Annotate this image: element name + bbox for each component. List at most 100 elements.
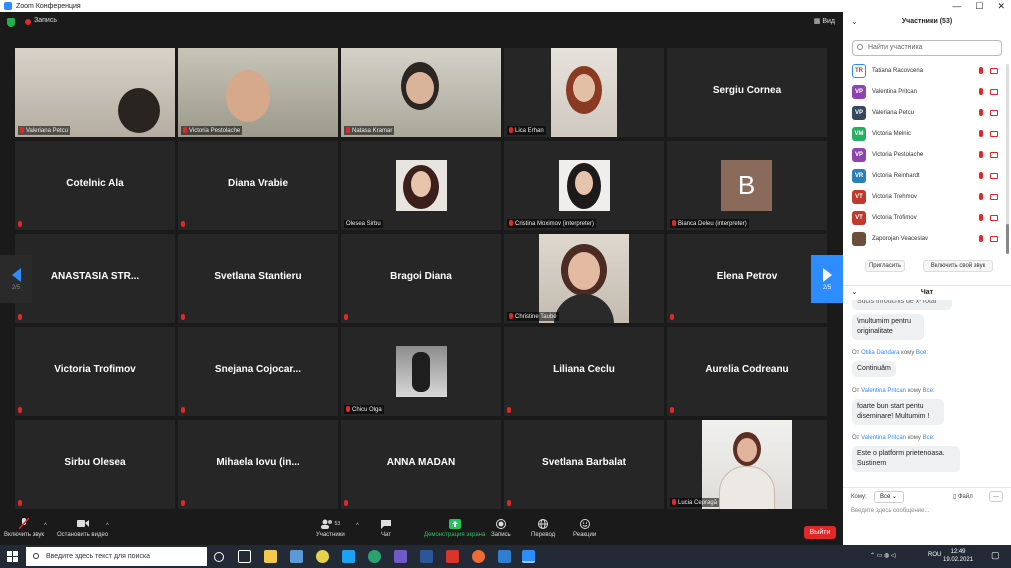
record-button[interactable]: Запись xyxy=(491,518,511,538)
prev-page-button[interactable]: 2/5 xyxy=(0,255,32,303)
tile-participant[interactable]: Cristina Moximov (interpreter) xyxy=(504,141,664,230)
tile-participant[interactable]: Bragoi Diana xyxy=(341,234,501,323)
meeting-toolbar: Включить звук ^ Остановить видео ^ 53 Уч… xyxy=(0,515,843,545)
photos-icon[interactable] xyxy=(498,550,511,563)
taskbar-search-input[interactable]: Введите здесь текст для поиска xyxy=(26,547,207,566)
file-button[interactable]: ▯ Файл xyxy=(953,493,973,500)
unmute-button[interactable]: Включить звук xyxy=(4,518,44,538)
keyboard-language[interactable]: ROU xyxy=(928,552,941,558)
participant-search-input[interactable]: Найти участника xyxy=(852,40,1002,56)
windows-start-icon[interactable] xyxy=(7,551,18,562)
mic-muted-icon[interactable] xyxy=(979,88,983,95)
chat-button[interactable]: Чат xyxy=(380,518,392,538)
close-button[interactable]: ✕ xyxy=(997,0,1005,12)
tray-icons[interactable]: ⌃ ▭ ◍ ◁ xyxy=(870,552,896,559)
participant-row[interactable]: VP Valentina Pritcan xyxy=(843,81,1011,102)
tile-participant[interactable]: Aurelia Codreanu xyxy=(667,327,827,416)
skype-icon[interactable] xyxy=(342,550,355,563)
mic-muted-icon[interactable] xyxy=(979,193,983,200)
chat-message-input[interactable]: Введите здесь сообщение... xyxy=(851,508,930,514)
tile-participant[interactable]: Cotelnic Ala xyxy=(15,141,175,230)
participants-button[interactable]: 53 Участники xyxy=(316,518,345,538)
tile-big-name: Sergiu Cornea xyxy=(712,85,782,96)
avatar: VR xyxy=(852,168,866,183)
more-options-button[interactable]: ... xyxy=(989,491,1003,502)
tile-participant[interactable]: Olesea Sirbu xyxy=(341,141,501,230)
tile-participant[interactable]: Sergiu Cornea xyxy=(667,48,827,137)
edge-icon[interactable] xyxy=(368,550,381,563)
participant-row[interactable]: VM Victoria Melnic xyxy=(843,123,1011,144)
tile-participant[interactable]: Natasa Kramar xyxy=(341,48,501,137)
tile-big-name: Cotelnic Ala xyxy=(66,178,124,189)
tile-participant[interactable]: Victoria Pestolache xyxy=(178,48,338,137)
chat-recipient-select[interactable]: Все ⌄ xyxy=(874,491,904,503)
mic-muted-icon xyxy=(509,220,513,226)
notifications-icon[interactable]: ▢ xyxy=(991,550,1000,561)
chat-message: Continuăm xyxy=(852,361,896,377)
tile-participant[interactable]: Snejana Cojocar... xyxy=(178,327,338,416)
mic-muted-icon[interactable] xyxy=(979,67,983,74)
tile-participant[interactable]: Svetlana Stantieru xyxy=(178,234,338,323)
participant-row[interactable]: VT Victoria Trehmov xyxy=(843,186,1011,207)
next-page-button[interactable]: 2/5 xyxy=(811,255,843,303)
store-icon[interactable] xyxy=(290,550,303,563)
video-options-caret[interactable]: ^ xyxy=(106,523,109,529)
tile-participant[interactable]: Lucia Cepragă xyxy=(667,420,827,509)
translate-button[interactable]: Перевод xyxy=(531,518,555,538)
chat-message: Este o platform prietenoasa. Sustinem xyxy=(852,446,960,472)
chrome-icon[interactable] xyxy=(316,550,329,563)
word-icon[interactable] xyxy=(420,550,433,563)
participant-row[interactable]: VR Victoria Reinhardt xyxy=(843,165,1011,186)
tile-participant[interactable]: Victoria Trofimov xyxy=(15,327,175,416)
shield-icon[interactable] xyxy=(7,18,15,27)
minimize-button[interactable]: — xyxy=(952,0,961,12)
mic-muted-icon[interactable] xyxy=(979,172,983,179)
participant-row[interactable]: VP Valeriana Petcu xyxy=(843,102,1011,123)
cortana-icon[interactable] xyxy=(214,552,224,562)
maximize-button[interactable]: ☐ xyxy=(975,0,983,12)
participants-options-caret[interactable]: ^ xyxy=(356,523,359,529)
task-view-icon[interactable] xyxy=(238,550,251,563)
mic-muted-icon[interactable] xyxy=(979,130,983,137)
tile-participant[interactable]: Chicu Olga xyxy=(341,327,501,416)
file-explorer-icon[interactable] xyxy=(264,550,277,563)
scrollbar-thumb[interactable] xyxy=(1006,224,1009,254)
tile-participant[interactable]: Valeriana Petcu xyxy=(15,48,175,137)
tile-participant[interactable]: Mihaela Iovu (in... xyxy=(178,420,338,509)
tile-participant[interactable]: ANASTASIA STR... xyxy=(15,234,175,323)
viber-icon[interactable] xyxy=(394,550,407,563)
taskbar-clock[interactable]: 12:49 19.02.2021 xyxy=(943,548,973,564)
tile-participant[interactable]: Elena Petrov xyxy=(667,234,827,323)
mic-muted-icon[interactable] xyxy=(979,214,983,221)
tile-participant[interactable]: B Bianca Deleu (interpreter) xyxy=(667,141,827,230)
participants-title: Участники (53) xyxy=(901,18,953,25)
mic-muted-icon[interactable] xyxy=(979,151,983,158)
participant-row[interactable]: TR Tatiana Racovcena xyxy=(843,60,1011,81)
mic-muted-icon[interactable] xyxy=(979,109,983,116)
zoom-taskbar-icon[interactable] xyxy=(522,550,535,563)
tile-participant[interactable]: Christine Taube xyxy=(504,234,664,323)
view-button[interactable]: ▦ Вид xyxy=(814,17,835,25)
stop-video-button[interactable]: Остановить видео xyxy=(57,518,108,538)
participant-row[interactable]: VP Victoria Pestolache xyxy=(843,144,1011,165)
share-screen-button[interactable]: Демонстрация экрана xyxy=(424,518,485,538)
tile-participant[interactable]: Lica Erhan xyxy=(504,48,664,137)
mic-muted-icon[interactable] xyxy=(979,235,983,242)
meeting-area: Запись ▦ Вид Valeriana Petcu Victoria Pe… xyxy=(0,12,843,545)
tile-participant[interactable]: Liliana Ceclu xyxy=(504,327,664,416)
tile-participant[interactable]: Svetlana Barbalat xyxy=(504,420,664,509)
participants-scrollbar[interactable] xyxy=(1006,64,1009,254)
leave-button[interactable]: Выйти xyxy=(804,526,836,539)
participant-row[interactable]: Zaporojan Veaceslav xyxy=(843,228,1011,249)
audio-options-caret[interactable]: ^ xyxy=(44,523,47,529)
reactions-button[interactable]: Реакции xyxy=(573,518,596,538)
pdf-reader-icon[interactable] xyxy=(446,550,459,563)
camera-off-icon xyxy=(990,214,998,221)
tile-participant[interactable]: Sirbu Olesea xyxy=(15,420,175,509)
unmute-me-button[interactable]: Включить свой звук xyxy=(923,260,993,272)
participant-row[interactable]: VT Victoria Trofimov xyxy=(843,207,1011,228)
tile-participant[interactable]: ANNA MADAN xyxy=(341,420,501,509)
firefox-icon[interactable] xyxy=(472,550,485,563)
tile-participant[interactable]: Diana Vrabie xyxy=(178,141,338,230)
invite-button[interactable]: Пригласить xyxy=(865,260,905,272)
